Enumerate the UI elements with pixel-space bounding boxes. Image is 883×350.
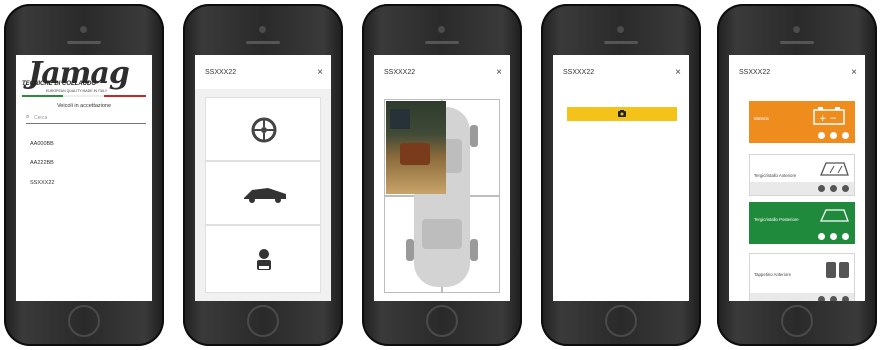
home-button[interactable]	[247, 305, 279, 337]
page-title: SSXXX22	[563, 69, 595, 76]
tyre-category-button[interactable]	[205, 97, 321, 161]
photo-object	[390, 109, 410, 129]
phone-frame-5: SSXXX22 × Batteria + − Tergicristallo An…	[717, 4, 877, 346]
header: SSXXX22 ×	[553, 55, 689, 89]
battery-tile[interactable]: Batteria + −	[749, 101, 855, 143]
header: SSXXX22 ×	[195, 55, 331, 89]
status-dot[interactable]	[830, 185, 837, 192]
status-dot[interactable]	[830, 233, 837, 240]
camera-icon	[618, 110, 626, 117]
car-icon	[244, 188, 286, 203]
jamag-logo: Jamag TECNICHE DI COLLAUDO EUROPEAN QUAL…	[20, 59, 148, 97]
photo-thumbnail[interactable]	[386, 101, 446, 194]
header: SSXXX22 ×	[374, 55, 510, 89]
vehicle-list-item[interactable]: AA000BB	[30, 141, 54, 147]
close-icon[interactable]: ×	[496, 67, 502, 78]
home-button[interactable]	[426, 305, 458, 337]
status-dot[interactable]	[842, 185, 849, 192]
italian-flag-stripe	[22, 95, 146, 97]
page-title: SSXXX22	[205, 69, 237, 76]
front-camera-icon	[259, 26, 266, 33]
status-dot[interactable]	[818, 296, 825, 301]
front-camera-icon	[793, 26, 800, 33]
tyre-icon	[251, 117, 277, 143]
status-dot[interactable]	[818, 132, 825, 139]
close-icon[interactable]: ×	[675, 67, 681, 78]
battery-icon: + −	[813, 107, 845, 125]
phone-frame-3: SSXXX22 ×	[362, 4, 522, 346]
tile-label: Tergicristallo Anteriore	[754, 173, 797, 178]
phone-frame-2: SSXXX22 ×	[183, 4, 343, 346]
tile-action-strip	[750, 182, 854, 195]
status-dot[interactable]	[830, 296, 837, 301]
status-dot[interactable]	[830, 132, 837, 139]
vehicle-diagram-screen: SSXXX22 ×	[374, 55, 510, 301]
phone-frame-4: SSXXX22 ×	[541, 4, 701, 346]
logo-tagline: EUROPEAN QUALITY MADE IN ITALY	[46, 89, 108, 93]
tile-action-strip	[750, 293, 854, 301]
vehicle-list-screen: Jamag TECNICHE DI COLLAUDO EUROPEAN QUAL…	[16, 55, 152, 301]
logo-subtitle: TECNICHE DI COLLAUDO	[22, 81, 96, 87]
rear-wiper-tile[interactable]: Tergicristallo Posteriore	[749, 202, 855, 244]
close-icon[interactable]: ×	[851, 67, 857, 78]
photo-capture-screen: SSXXX22 ×	[553, 55, 689, 301]
checklist-screen: SSXXX22 × Batteria + − Tergicristallo An…	[729, 55, 865, 301]
speaker-grille	[780, 41, 814, 44]
close-icon[interactable]: ×	[317, 67, 323, 78]
status-dot[interactable]	[842, 296, 849, 301]
speaker-grille	[604, 41, 638, 44]
header: SSXXX22 ×	[729, 55, 865, 89]
front-camera-icon	[617, 26, 624, 33]
tile-label: Tappetino Anteriore	[754, 272, 792, 277]
home-button[interactable]	[605, 305, 637, 337]
home-button[interactable]	[781, 305, 813, 337]
speaker-grille	[425, 41, 459, 44]
status-dot[interactable]	[818, 185, 825, 192]
speaker-grille	[246, 41, 280, 44]
rear-window-icon	[819, 209, 849, 222]
page-title: SSXXX22	[384, 69, 416, 76]
search-input[interactable]: ⌕ Cerca	[26, 113, 146, 124]
tile-label: Batteria	[754, 116, 769, 121]
photo-object	[400, 143, 430, 165]
tile-action-strip	[750, 230, 854, 243]
floor-mat-tile[interactable]: Tappetino Anteriore	[749, 253, 855, 301]
speaker-grille	[67, 41, 101, 44]
search-placeholder: Cerca	[34, 115, 48, 121]
vehicle-list-item[interactable]: SSXXX22	[30, 180, 54, 186]
home-button[interactable]	[68, 305, 100, 337]
front-wiper-tile[interactable]: Tergicristallo Anteriore	[749, 154, 855, 196]
windshield-icon	[820, 162, 849, 176]
take-photo-button[interactable]	[567, 107, 677, 121]
floor-mat-icon	[826, 262, 849, 278]
search-icon: ⌕	[26, 114, 30, 120]
vehicle-list-item[interactable]: AA222BB	[30, 160, 54, 166]
list-title: Veicoli in accettazione	[56, 103, 112, 109]
vehicle-category-button[interactable]	[205, 161, 321, 225]
phone-frame-1: Jamag TECNICHE DI COLLAUDO EUROPEAN QUAL…	[4, 4, 164, 346]
tile-action-strip	[750, 129, 854, 142]
tile-label: Tergicristallo Posteriore	[754, 217, 799, 222]
operator-category-button[interactable]	[205, 225, 321, 293]
page-title: SSXXX22	[739, 69, 771, 76]
front-camera-icon	[438, 26, 445, 33]
status-dot[interactable]	[842, 233, 849, 240]
category-screen: SSXXX22 ×	[195, 55, 331, 301]
front-camera-icon	[80, 26, 87, 33]
status-dot[interactable]	[842, 132, 849, 139]
person-icon	[257, 249, 271, 270]
svg-text:+ −: + −	[819, 114, 837, 124]
status-dot[interactable]	[818, 233, 825, 240]
